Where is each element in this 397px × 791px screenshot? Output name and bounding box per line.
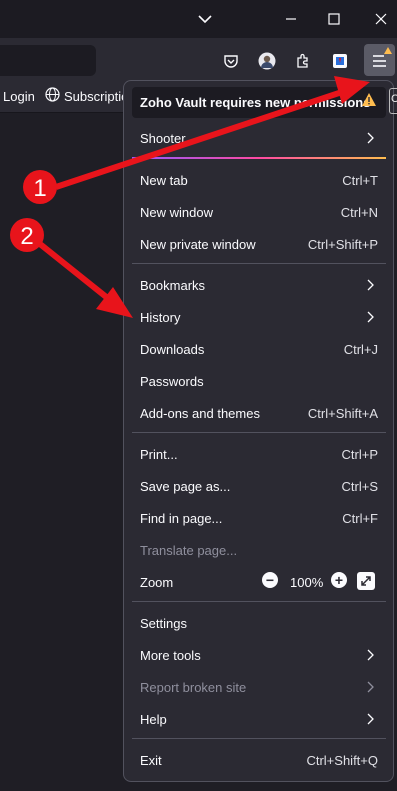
annotation-overlay: 1 2 bbox=[10, 76, 370, 318]
annotation-number-2: 2 bbox=[20, 223, 33, 250]
annotation-arrow-1 bbox=[55, 76, 370, 190]
annotation-number-1: 1 bbox=[33, 175, 46, 202]
annotation-arrow-2 bbox=[38, 241, 133, 318]
